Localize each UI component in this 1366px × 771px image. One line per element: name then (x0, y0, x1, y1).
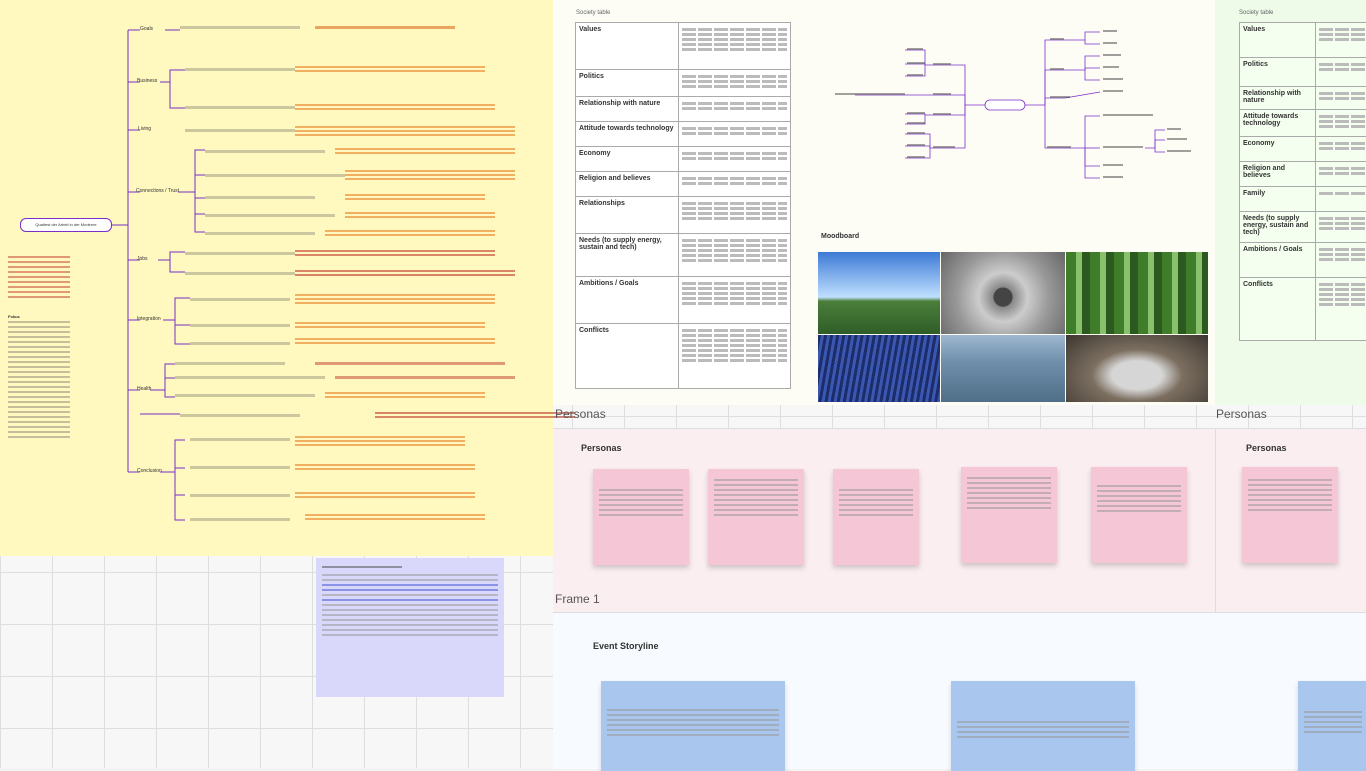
moodboard-image[interactable] (941, 252, 1065, 334)
mindmap-center-node[interactable]: Qualtest der Arbeit in der Moderne (20, 218, 112, 232)
society-table-right[interactable]: Values Politics Relationship with nature… (1239, 22, 1366, 341)
row-label: Relationships (576, 197, 679, 234)
storyline-sticky[interactable] (951, 681, 1135, 771)
table-row[interactable]: Conflicts (1240, 278, 1366, 341)
mindmap-branch-living[interactable]: Living (138, 126, 151, 132)
table-row[interactable]: Needs (to supply energy, sustain and tec… (576, 234, 791, 277)
row-label: Relationship with nature (576, 97, 679, 122)
table-row[interactable]: Values (576, 23, 791, 70)
event-storyline-heading: Event Storyline (593, 641, 659, 651)
table-row[interactable]: Religion and believes (576, 172, 791, 197)
persona-sticky[interactable] (961, 467, 1057, 563)
society-table-title: Society table (576, 10, 610, 16)
mindmap-branch-business[interactable]: Business (137, 78, 157, 84)
mindmap-left-notes: Fokus (8, 256, 70, 441)
row-label: Attitude towards technology (576, 122, 679, 147)
mindmap-frame[interactable]: Qualtest der Arbeit in der Moderne Goals… (0, 0, 553, 556)
mindmap-branch-goals[interactable]: Goals (140, 26, 153, 32)
persona-sticky[interactable] (833, 469, 919, 565)
table-row[interactable]: Values (1240, 23, 1366, 58)
row-label: Values (1240, 23, 1316, 58)
persona-sticky[interactable] (593, 469, 689, 565)
row-label: Conflicts (576, 324, 679, 389)
table-row[interactable]: Conflicts (576, 324, 791, 389)
moodboard-image[interactable] (1066, 335, 1208, 402)
research-note-sticky[interactable] (316, 558, 504, 697)
persona-sticky[interactable] (1091, 467, 1187, 563)
row-label: Economy (576, 147, 679, 172)
storyline-sticky[interactable] (1298, 681, 1366, 771)
table-row[interactable]: Politics (576, 70, 791, 97)
mindmap-branch-jobs[interactable]: Jobs (137, 256, 148, 262)
table-row[interactable]: Religion and believes (1240, 162, 1366, 187)
society-frame-right[interactable]: Society table Values Politics Relationsh… (1215, 0, 1366, 405)
moodboard[interactable] (818, 252, 1208, 402)
table-row[interactable]: Relationship with nature (1240, 87, 1366, 110)
row-label: Relationship with nature (1240, 87, 1316, 110)
row-label: Values (576, 23, 679, 70)
row-label: Politics (1240, 58, 1316, 87)
table-row[interactable]: Attitude towards technology (576, 122, 791, 147)
persona-sticky[interactable] (708, 469, 804, 565)
personas-frame-right[interactable]: Personas (1215, 428, 1366, 612)
society-frame[interactable]: Society table Values Politics Relationsh… (553, 0, 1215, 405)
personas-right-heading: Personas (1246, 443, 1287, 453)
row-label: Ambitions / Goals (1240, 243, 1316, 278)
mindmap-leaf-text-block (180, 24, 540, 29)
row-label: Family (1240, 187, 1316, 212)
frame1[interactable]: Event Storyline (553, 612, 1366, 769)
table-row[interactable]: Relationships (576, 197, 791, 234)
table-row[interactable]: Needs (to supply energy, sustain and tec… (1240, 212, 1366, 243)
row-label: Ambitions / Goals (576, 277, 679, 324)
row-label: Conflicts (1240, 278, 1316, 341)
storyline-sticky[interactable] (601, 681, 785, 771)
personas-frame-label[interactable]: Personas (555, 407, 606, 421)
table-row[interactable]: Ambitions / Goals (576, 277, 791, 324)
mindmap-branch-conclusion[interactable]: Conclusion (137, 468, 162, 474)
frame1-label[interactable]: Frame 1 (555, 592, 600, 606)
row-label: Needs (to supply energy, sustain and tec… (576, 234, 679, 277)
society-table[interactable]: Values Politics Relationship with nature… (575, 22, 791, 389)
table-row[interactable]: Ambitions / Goals (1240, 243, 1366, 278)
moodboard-title: Moodboard (821, 233, 859, 240)
row-label: Politics (576, 70, 679, 97)
moodboard-image[interactable] (818, 335, 940, 402)
personas-heading: Personas (581, 443, 622, 453)
row-label: Attitude towards technology (1240, 110, 1316, 137)
table-row[interactable]: Relationship with nature (576, 97, 791, 122)
society-table-right-title: Society table (1239, 10, 1273, 16)
row-label: Religion and believes (576, 172, 679, 197)
mindmap-branch-connections[interactable]: Connections / Trust (136, 188, 179, 194)
table-row[interactable]: Economy (1240, 137, 1366, 162)
table-row[interactable]: Politics (1240, 58, 1366, 87)
table-row[interactable]: Family (1240, 187, 1366, 212)
moodboard-image[interactable] (818, 252, 940, 334)
personas-frame-right-label[interactable]: Personas (1216, 407, 1267, 421)
moodboard-image[interactable] (1066, 252, 1208, 334)
persona-sticky[interactable] (1242, 467, 1338, 563)
moodboard-image[interactable] (941, 335, 1065, 402)
mindmap-branch-integration[interactable]: Integration (137, 316, 161, 322)
mindmap-leaf-lines (185, 66, 535, 536)
mindmap-center-label: Qualtest der Arbeit in der Moderne (35, 222, 96, 227)
mindmap-branch-health[interactable]: Health (137, 386, 151, 392)
personas-frame[interactable]: Personas (553, 428, 1215, 612)
table-row[interactable]: Attitude towards technology (1240, 110, 1366, 137)
small-mindmap[interactable] (815, 20, 1195, 220)
row-label: Religion and believes (1240, 162, 1316, 187)
mindmap-left-note-title: Fokus (8, 314, 70, 319)
row-label: Economy (1240, 137, 1316, 162)
table-row[interactable]: Economy (576, 147, 791, 172)
row-label: Needs (to supply energy, sustain and tec… (1240, 212, 1316, 243)
